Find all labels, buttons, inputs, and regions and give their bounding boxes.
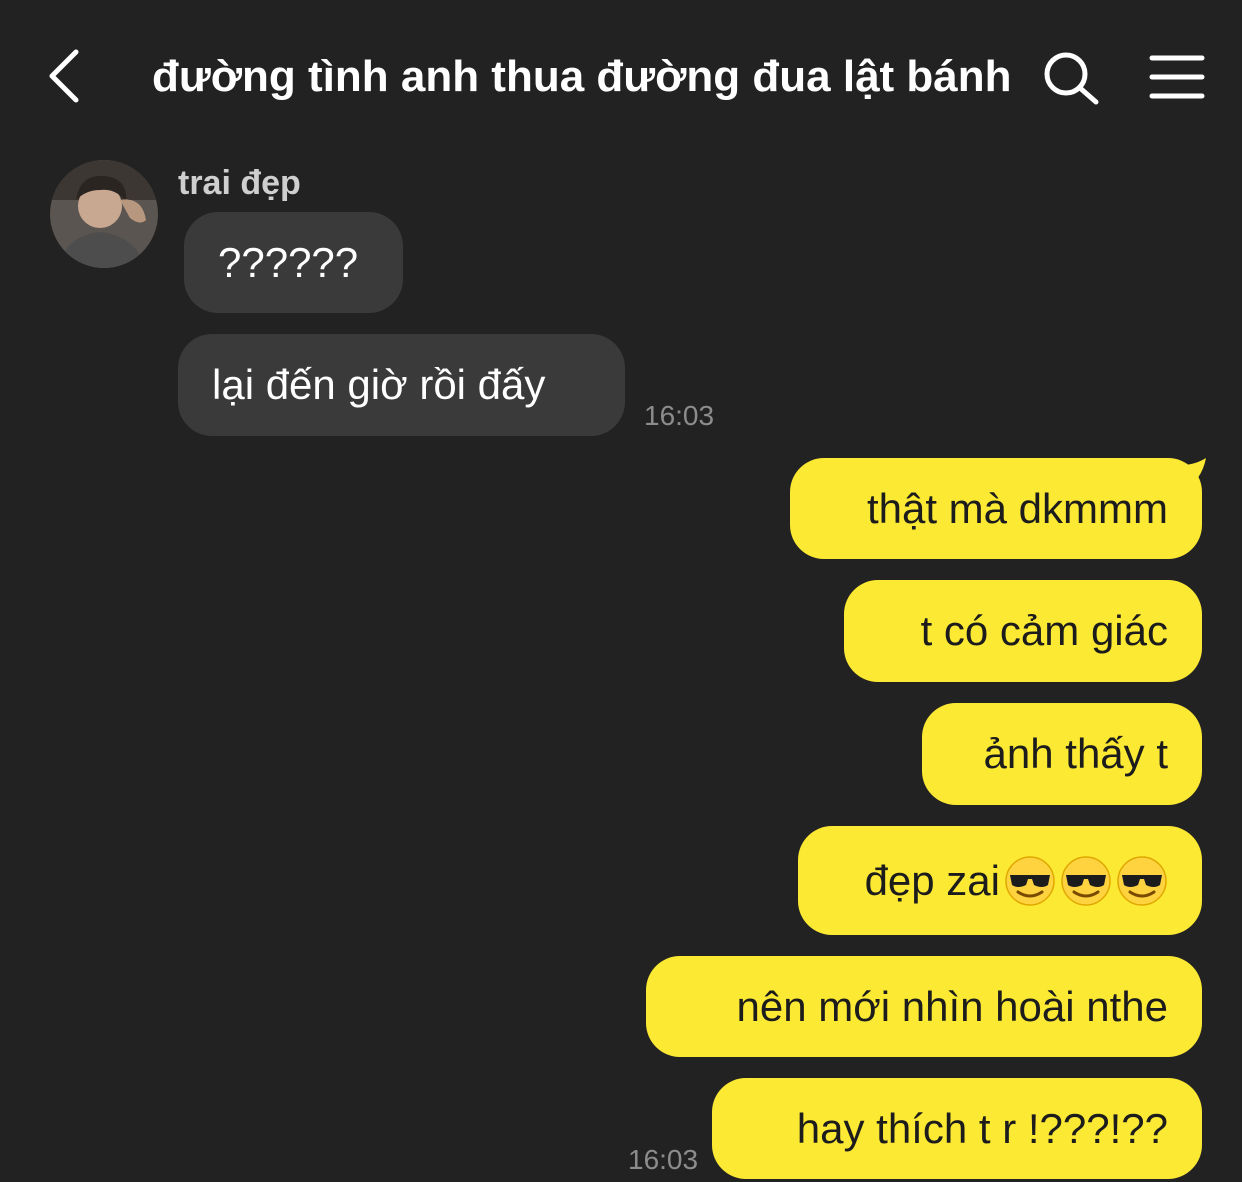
- message-text: hay thích t r !???!??: [796, 1104, 1168, 1152]
- message-text: đẹp zai: [864, 856, 1000, 904]
- outgoing-message[interactable]: hay thích t r !???!??: [712, 1078, 1202, 1179]
- search-button[interactable]: [1038, 46, 1104, 110]
- message-text: lại đến giờ rồi đấy: [212, 361, 546, 408]
- outgoing-message[interactable]: t có cảm giác: [844, 580, 1202, 682]
- back-button[interactable]: [40, 44, 96, 108]
- chevron-left-icon: [49, 49, 79, 103]
- menu-button[interactable]: [1148, 50, 1206, 104]
- sender-name: trai đẹp: [178, 164, 301, 202]
- outgoing-message[interactable]: thật mà dkmmm: [790, 458, 1202, 559]
- message-text: t có cảm giác: [920, 607, 1168, 654]
- sunglasses-face-icon: [1061, 855, 1111, 906]
- outgoing-message[interactable]: đẹp zai: [798, 826, 1202, 935]
- message-timestamp: 16:03: [628, 1144, 699, 1175]
- outgoing-message[interactable]: ảnh thấy t: [922, 703, 1202, 805]
- sunglasses-face-icon: [1005, 855, 1055, 906]
- chat-title: đường tình anh thua đường đua lật bánh: [152, 52, 1012, 101]
- hamburger-menu-icon: [1149, 55, 1205, 99]
- sunglasses-face-icon: [1117, 855, 1167, 906]
- message-text: ??????: [218, 238, 359, 286]
- incoming-message[interactable]: lại đến giờ rồi đấy: [178, 334, 625, 436]
- incoming-message[interactable]: ??????: [184, 212, 403, 313]
- avatar[interactable]: [50, 160, 158, 268]
- chat-header: đường tình anh thua đường đua lật bánh: [0, 0, 1242, 150]
- message-text: thật mà dkmmm: [866, 484, 1168, 532]
- message-timestamp: 16:03: [644, 400, 715, 431]
- message-text: ảnh thấy t: [983, 730, 1168, 777]
- search-icon: [1044, 52, 1099, 105]
- message-text: nên mới nhìn hoài nthe: [736, 982, 1168, 1030]
- outgoing-message[interactable]: nên mới nhìn hoài nthe: [646, 956, 1202, 1057]
